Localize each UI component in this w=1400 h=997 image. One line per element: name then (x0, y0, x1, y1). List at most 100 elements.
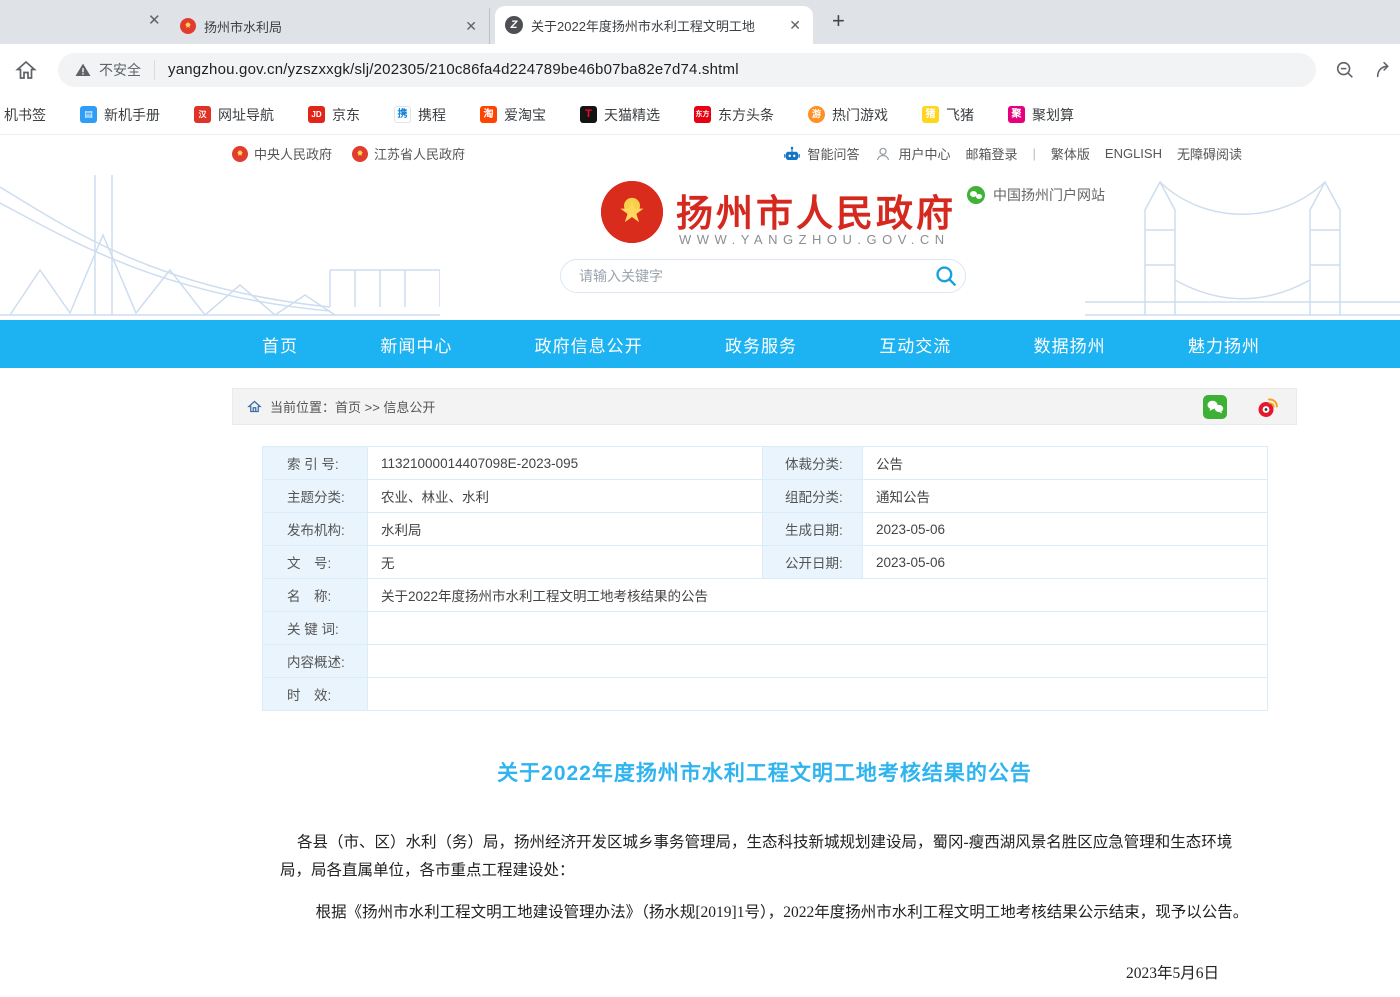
table-row: 时 效: (263, 678, 1268, 711)
traditional-version-link[interactable]: 繁体版 (1051, 144, 1090, 163)
validity-value (368, 678, 1268, 711)
nav-item-interaction[interactable]: 互动交流 (879, 332, 951, 357)
central-gov-link[interactable]: ★ 中央人民政府 (232, 144, 332, 163)
english-version-link[interactable]: ENGLISH (1105, 146, 1162, 161)
site-favicon-icon: Z (505, 16, 523, 34)
table-row: 内容概述: (263, 645, 1268, 678)
summary-label: 内容概述: (263, 645, 368, 678)
bookmark-item[interactable]: T 天猫精选 (580, 105, 660, 125)
url-field[interactable]: 不安全 yangzhou.gov.cn/yzszxxgk/slj/202305/… (58, 53, 1316, 87)
tab-yangzhou-water-bureau[interactable]: ★ 扬州市水利局 ✕ (170, 8, 490, 44)
site-title: 扬州市人民政府 (676, 183, 956, 237)
jiangsu-gov-link[interactable]: ★ 江苏省人民政府 (352, 144, 465, 163)
gov-emblem-favicon-icon: ★ (180, 18, 196, 34)
close-tab-icon[interactable]: ✕ (148, 11, 161, 29)
nav-item-services[interactable]: 政务服务 (725, 332, 797, 357)
search-icon[interactable] (933, 263, 959, 289)
nav-item-info-disclosure[interactable]: 政府信息公开 (535, 332, 643, 357)
juhuasuan-favicon-icon: 聚 (1008, 106, 1025, 123)
jd-favicon-icon: JD (308, 106, 325, 123)
nav-item-home[interactable]: 首页 (262, 332, 298, 357)
genre-label: 体裁分类: (763, 447, 863, 480)
table-row: 关 键 词: (263, 612, 1268, 645)
browser-address-bar: 不安全 yangzhou.gov.cn/yzszxxgk/slj/202305/… (0, 44, 1400, 95)
divider: | (1033, 146, 1036, 161)
bookmark-item[interactable]: 游 热门游戏 (808, 105, 888, 125)
bookmark-item[interactable]: ▤ 新机手册 (80, 105, 160, 125)
bookmark-item[interactable]: 东方 东方头条 (694, 105, 774, 125)
tab-title: 扬州市水利局 (204, 17, 455, 36)
nav-item-data[interactable]: 数据扬州 (1034, 332, 1106, 357)
tmall-favicon-icon: T (580, 106, 597, 123)
bookmark-item[interactable]: 汉 网址导航 (194, 105, 274, 125)
publish-date-label: 公开日期: (763, 546, 863, 579)
close-tab-icon[interactable]: ✕ (787, 17, 803, 34)
gov-links-bar: ★ 中央人民政府 ★ 江苏省人民政府 智能问答 (232, 144, 1242, 163)
breadcrumb-text[interactable]: 当前位置：首页 >> 信息公开 (270, 397, 1202, 416)
bookmark-item[interactable]: 机书签 (4, 105, 46, 125)
mail-login-link[interactable]: 邮箱登录 (965, 144, 1017, 163)
article-body: 关于2022年度扬州市水利工程文明工地考核结果的公告 各县（市、区）水利（务）局… (232, 757, 1297, 997)
accessibility-link[interactable]: 无障碍阅读 (1177, 144, 1242, 163)
bookmark-label: 爱淘宝 (504, 105, 546, 125)
bookmark-item[interactable]: 聚 聚划算 (1008, 105, 1074, 125)
nav-item-news[interactable]: 新闻中心 (380, 332, 452, 357)
security-label: 不安全 (99, 60, 141, 80)
bookmark-label: 飞猪 (946, 105, 974, 125)
toutiao-favicon-icon: 东方 (694, 106, 711, 123)
main-navigation: 首页 新闻中心 政府信息公开 政务服务 互动交流 数据扬州 魅力扬州 (0, 320, 1400, 368)
header-illustration-right (1085, 170, 1400, 320)
fliggy-favicon-icon: 猪 (922, 106, 939, 123)
breadcrumb: 当前位置：首页 >> 信息公开 (232, 388, 1297, 425)
keywords-value (368, 612, 1268, 645)
agency-label: 发布机构: (263, 513, 368, 546)
bookmark-item[interactable]: 携 携程 (394, 105, 446, 125)
header-illustration-left (0, 175, 440, 320)
article-paragraph: 根据《扬州市水利工程文明工地建设管理办法》（扬水规[2019]1号），2022年… (280, 899, 1249, 927)
gov-emblem-icon: ★ (352, 146, 368, 162)
topic-value: 农业、林业、水利 (368, 480, 763, 513)
site-search-box (560, 259, 966, 293)
smart-qa-label: 智能问答 (807, 144, 859, 163)
doc-number-value: 无 (368, 546, 763, 579)
table-row: 文 号: 无 公开日期: 2023-05-06 (263, 546, 1268, 579)
table-row: 主题分类: 农业、林业、水利 组配分类: 通知公告 (263, 480, 1268, 513)
table-row: 名 称: 关于2022年度扬州市水利工程文明工地考核结果的公告 (263, 579, 1268, 612)
gov-link-label: 中央人民政府 (254, 144, 332, 163)
publish-date-value: 2023-05-06 (863, 546, 1268, 579)
wechat-share-icon[interactable] (1202, 394, 1228, 420)
article-date: 2023年5月6日 (280, 961, 1249, 983)
bookmarks-bar: 机书签 ▤ 新机手册 汉 网址导航 JD 京东 携 携程 淘 爱淘宝 T 天猫精… (0, 95, 1400, 135)
topic-label: 主题分类: (263, 480, 368, 513)
not-secure-warning-icon[interactable] (74, 61, 92, 79)
bookmark-item[interactable]: 淘 爱淘宝 (480, 105, 546, 125)
new-tab-button[interactable]: + (832, 8, 845, 34)
agency-value: 水利局 (368, 513, 763, 546)
summary-value (368, 645, 1268, 678)
portal-badge[interactable]: 中国扬州门户网站 (967, 185, 1105, 205)
nav-site-favicon-icon: 汉 (194, 106, 211, 123)
bookmark-label: 京东 (332, 105, 360, 125)
search-input[interactable] (579, 268, 933, 284)
title-value: 关于2022年度扬州市水利工程文明工地考核结果的公告 (368, 579, 1268, 612)
home-icon[interactable] (247, 399, 262, 414)
title-label: 名 称: (263, 579, 368, 612)
weibo-share-icon[interactable] (1254, 394, 1280, 420)
gov-link-label: 江苏省人民政府 (374, 144, 465, 163)
close-tab-icon[interactable]: ✕ (463, 18, 479, 35)
bookmark-label: 东方头条 (718, 105, 774, 125)
smart-qa-link[interactable]: 智能问答 (783, 144, 859, 163)
user-center-link[interactable]: 用户中心 (874, 144, 950, 163)
portal-label: 中国扬州门户网站 (993, 185, 1105, 205)
zoom-out-icon[interactable] (1334, 59, 1356, 81)
home-icon[interactable] (14, 58, 38, 82)
share-icon[interactable] (1374, 59, 1396, 81)
bookmark-item[interactable]: JD 京东 (308, 105, 360, 125)
bookmark-label: 热门游戏 (832, 105, 888, 125)
bookmark-item[interactable]: 猪 飞猪 (922, 105, 974, 125)
nav-item-charm[interactable]: 魅力扬州 (1188, 332, 1260, 357)
genre-value: 公告 (863, 447, 1268, 480)
index-number-label: 索 引 号: (263, 447, 368, 480)
tab-announcement-active[interactable]: Z 关于2022年度扬州市水利工程文明工地 ✕ (495, 6, 813, 44)
national-emblem-logo-icon: ★ (601, 181, 663, 243)
